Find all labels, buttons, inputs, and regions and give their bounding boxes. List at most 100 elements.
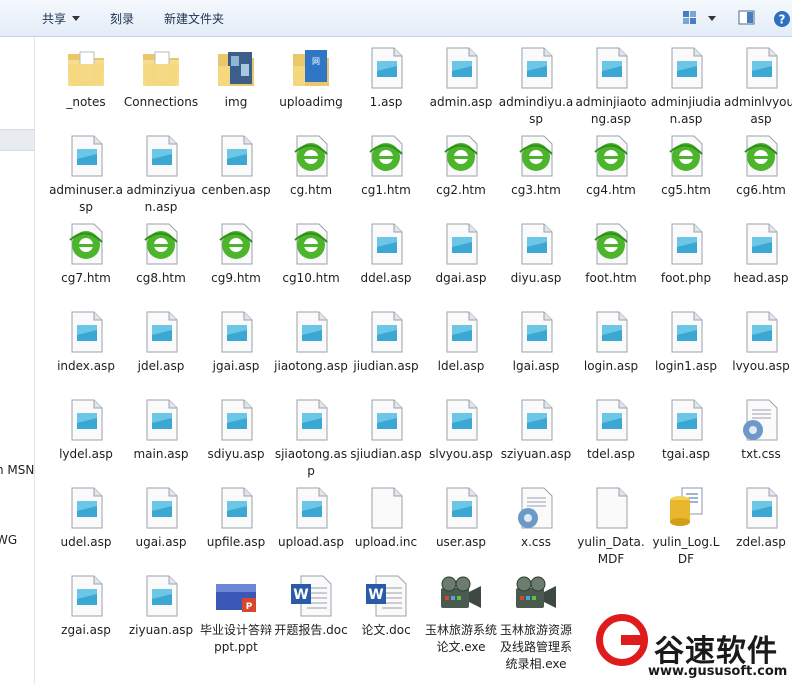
file-item[interactable]: admin.asp <box>423 44 499 111</box>
share-button[interactable]: 共享 <box>42 10 81 27</box>
help-button[interactable]: ? <box>773 10 791 31</box>
file-item[interactable]: head.asp <box>723 220 792 287</box>
file-item[interactable]: _notes <box>48 44 124 111</box>
file-item[interactable]: jiaotong.asp <box>273 308 349 375</box>
file-name: cg6.htm <box>736 183 786 197</box>
file-item[interactable]: upload.asp <box>273 484 349 551</box>
file-item[interactable]: cg2.htm <box>423 132 499 199</box>
file-item[interactable]: upfile.asp <box>198 484 274 551</box>
file-item[interactable]: x.css <box>498 484 574 551</box>
css-file-icon <box>737 396 785 444</box>
file-item[interactable]: upload.inc <box>348 484 424 551</box>
file-item[interactable]: admindiyu.asp <box>498 44 574 128</box>
file-item[interactable]: txt.css <box>723 396 792 463</box>
file-name: admin.asp <box>429 95 493 109</box>
file-item[interactable]: sjiaotong.asp <box>273 396 349 480</box>
asp-file-icon <box>512 44 560 92</box>
file-item[interactable]: sdiyu.asp <box>198 396 274 463</box>
file-item[interactable]: adminjiaotong.asp <box>573 44 649 128</box>
file-item[interactable]: cg5.htm <box>648 132 724 199</box>
nav-selected-item[interactable] <box>0 129 34 151</box>
file-item[interactable]: jgai.asp <box>198 308 274 375</box>
file-item[interactable]: index.asp <box>48 308 124 375</box>
file-name: cenben.asp <box>201 183 271 197</box>
file-item[interactable]: 玉林旅游资源及线路管理系统录相.exe <box>498 572 574 673</box>
asp-file-icon <box>737 220 785 268</box>
file-item[interactable]: ldel.asp <box>423 308 499 375</box>
file-item[interactable]: yulin_Data.MDF <box>573 484 649 568</box>
chevron-down-icon <box>72 16 81 21</box>
file-item[interactable]: ziyuan.asp <box>123 572 199 639</box>
file-item[interactable]: cenben.asp <box>198 132 274 199</box>
asp-file-icon <box>287 308 335 356</box>
file-item[interactable]: lvyou.asp <box>723 308 792 375</box>
html-file-icon <box>587 132 635 180</box>
file-item[interactable]: ddel.asp <box>348 220 424 287</box>
file-name: _notes <box>66 95 106 109</box>
file-item[interactable]: cg6.htm <box>723 132 792 199</box>
file-item[interactable]: login.asp <box>573 308 649 375</box>
file-name: jiaotong.asp <box>274 359 348 373</box>
file-item[interactable]: zdel.asp <box>723 484 792 551</box>
file-item[interactable]: img <box>198 44 274 111</box>
folder-icon: 网 <box>287 44 335 92</box>
nav-item-wg[interactable]: WG <box>0 533 17 547</box>
file-item[interactable]: foot.php <box>648 220 724 287</box>
nav-item-msn[interactable]: n MSN <box>0 463 34 477</box>
file-item[interactable]: main.asp <box>123 396 199 463</box>
new-folder-button[interactable]: 新建文件夹 <box>164 10 224 27</box>
file-item[interactable]: cg.htm <box>273 132 349 199</box>
file-item[interactable]: 1.asp <box>348 44 424 111</box>
file-item[interactable]: W 开题报告.doc <box>273 572 349 639</box>
file-item[interactable]: lgai.asp <box>498 308 574 375</box>
file-name: upload.asp <box>278 535 344 549</box>
file-item[interactable]: foot.htm <box>573 220 649 287</box>
file-item[interactable]: adminuser.asp <box>48 132 124 216</box>
file-item[interactable]: sziyuan.asp <box>498 396 574 463</box>
file-item[interactable]: 网 uploadimg <box>273 44 349 111</box>
file-item[interactable]: yulin_Log.LDF <box>648 484 724 568</box>
file-item[interactable]: W 论文.doc <box>348 572 424 639</box>
file-item[interactable]: lydel.asp <box>48 396 124 463</box>
file-item[interactable]: zgai.asp <box>48 572 124 639</box>
file-item[interactable]: adminjiudian.asp <box>648 44 724 128</box>
file-item[interactable]: P 毕业设计答辩ppt.ppt <box>198 572 274 656</box>
file-item[interactable]: sjiudian.asp <box>348 396 424 463</box>
file-item[interactable]: cg10.htm <box>273 220 349 287</box>
html-file-icon <box>212 220 260 268</box>
file-item[interactable]: udel.asp <box>48 484 124 551</box>
file-item[interactable]: user.asp <box>423 484 499 551</box>
file-item[interactable]: cg3.htm <box>498 132 574 199</box>
asp-file-icon <box>737 44 785 92</box>
preview-pane-button[interactable] <box>738 10 756 29</box>
asp-file-icon <box>287 396 335 444</box>
file-item[interactable]: cg8.htm <box>123 220 199 287</box>
file-item[interactable]: jiudian.asp <box>348 308 424 375</box>
file-name: 论文.doc <box>361 623 411 637</box>
file-item[interactable]: slvyou.asp <box>423 396 499 463</box>
file-item[interactable]: ugai.asp <box>123 484 199 551</box>
file-item[interactable]: jdel.asp <box>123 308 199 375</box>
svg-text:网: 网 <box>312 57 320 66</box>
file-item[interactable]: tgai.asp <box>648 396 724 463</box>
file-item[interactable]: dgai.asp <box>423 220 499 287</box>
asp-file-icon <box>437 44 485 92</box>
file-item[interactable]: cg1.htm <box>348 132 424 199</box>
html-file-icon <box>62 220 110 268</box>
file-item[interactable]: adminlvyou.asp <box>723 44 792 128</box>
file-item[interactable]: adminziyuan.asp <box>123 132 199 216</box>
navigation-pane[interactable]: n MSN WG <box>0 37 35 684</box>
view-options-button[interactable] <box>682 10 716 29</box>
file-item[interactable]: diyu.asp <box>498 220 574 287</box>
file-item[interactable]: tdel.asp <box>573 396 649 463</box>
preview-pane-icon <box>738 10 755 25</box>
file-item[interactable]: cg7.htm <box>48 220 124 287</box>
file-item[interactable]: 玉林旅游系统论文.exe <box>423 572 499 656</box>
file-item[interactable]: cg4.htm <box>573 132 649 199</box>
file-item[interactable]: login1.asp <box>648 308 724 375</box>
asp-file-icon <box>437 308 485 356</box>
file-item[interactable]: Connections <box>123 44 199 111</box>
file-item[interactable]: cg9.htm <box>198 220 274 287</box>
burn-button[interactable]: 刻录 <box>110 10 134 27</box>
asp-file-icon <box>362 44 410 92</box>
